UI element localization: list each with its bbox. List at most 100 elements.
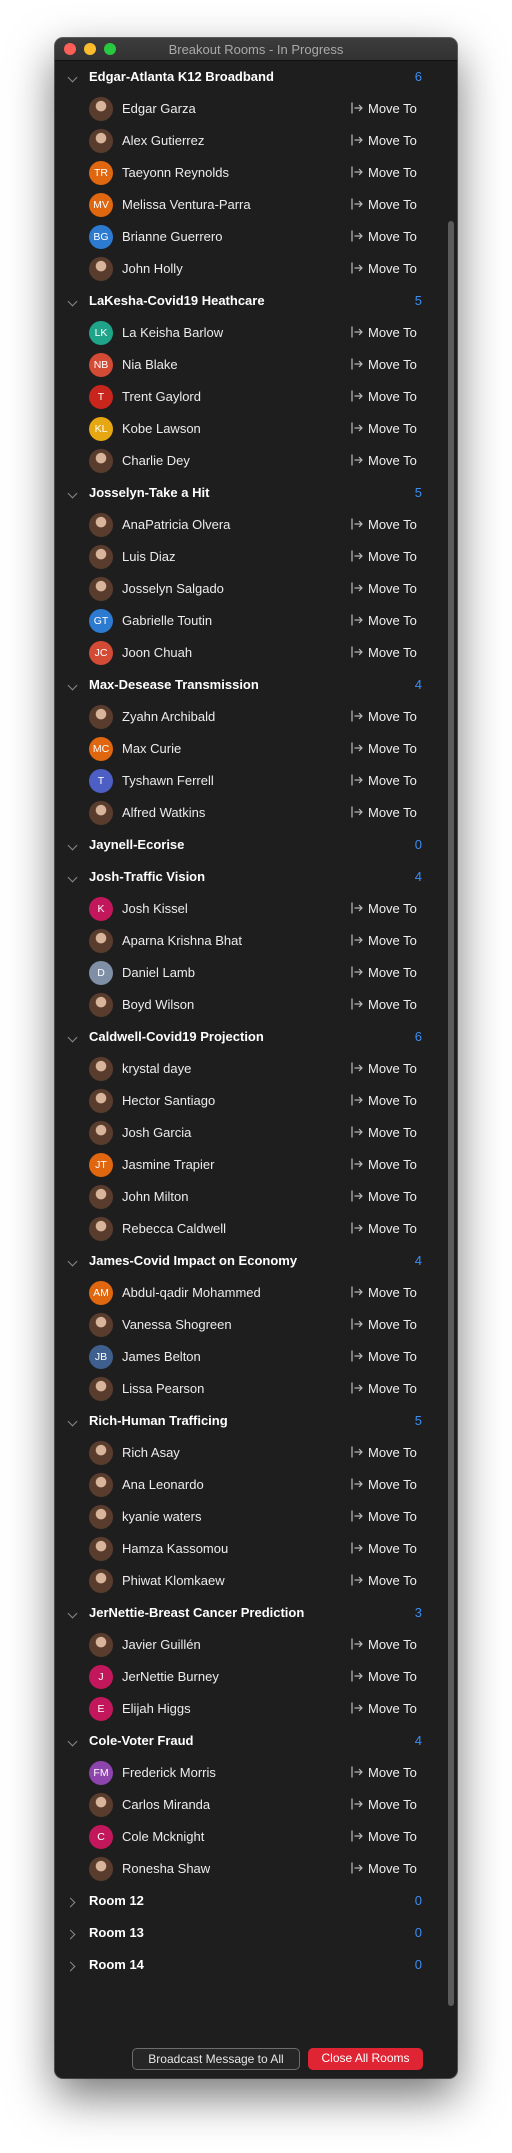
move-to-button[interactable]: Move To bbox=[350, 388, 430, 406]
room-header[interactable]: Edgar-Atlanta K12 Broadband 6 bbox=[55, 61, 440, 93]
participant-name: Brianne Guerrero bbox=[122, 229, 223, 244]
move-to-button[interactable]: Move To bbox=[350, 1508, 430, 1526]
move-to-label: Move To bbox=[368, 997, 417, 1012]
room-header[interactable]: Room 12 0 bbox=[55, 1885, 440, 1917]
move-to-button[interactable]: Move To bbox=[350, 100, 430, 118]
move-to-button[interactable]: Move To bbox=[350, 1092, 430, 1110]
room-participant-count: 0 bbox=[414, 1893, 422, 1908]
room-header[interactable]: James-Covid Impact on Economy 4 bbox=[55, 1245, 440, 1277]
move-to-button[interactable]: Move To bbox=[350, 324, 430, 342]
broadcast-message-button[interactable]: Broadcast Message to All bbox=[132, 2048, 300, 2070]
room-header[interactable]: Josh-Traffic Vision 4 bbox=[55, 861, 440, 893]
move-to-button[interactable]: Move To bbox=[350, 580, 430, 598]
move-to-button[interactable]: Move To bbox=[350, 1540, 430, 1558]
room-header[interactable]: Caldwell-Covid19 Projection 6 bbox=[55, 1021, 440, 1053]
move-to-button[interactable]: Move To bbox=[350, 164, 430, 182]
move-to-button[interactable]: Move To bbox=[350, 1348, 430, 1366]
chevron-down-icon bbox=[67, 872, 78, 883]
move-to-button[interactable]: Move To bbox=[350, 516, 430, 534]
room-header[interactable]: Room 14 0 bbox=[55, 1949, 440, 1981]
participant-name: Alfred Watkins bbox=[122, 805, 206, 820]
room-participant-count: 3 bbox=[414, 1605, 422, 1620]
room-header[interactable]: Cole-Voter Fraud 4 bbox=[55, 1725, 440, 1757]
room-name: Rich-Human Trafficing bbox=[89, 1413, 228, 1428]
participant-row: KL Kobe Lawson Move To bbox=[55, 413, 440, 445]
participant-row: E Elijah Higgs Move To bbox=[55, 1693, 440, 1725]
move-to-icon bbox=[351, 902, 363, 914]
move-to-button[interactable]: Move To bbox=[350, 612, 430, 630]
participant-row: Hamza Kassomou Move To bbox=[55, 1533, 440, 1565]
room-participant-count: 0 bbox=[414, 1957, 422, 1972]
participant-name: John Milton bbox=[122, 1189, 189, 1204]
room-header[interactable]: Josselyn-Take a Hit 5 bbox=[55, 477, 440, 509]
participant-row: J JerNettie Burney Move To bbox=[55, 1661, 440, 1693]
room-header[interactable]: Jaynell-Ecorise 0 bbox=[55, 829, 440, 861]
move-to-icon bbox=[351, 1158, 363, 1170]
move-to-button[interactable]: Move To bbox=[350, 964, 430, 982]
move-to-label: Move To bbox=[368, 773, 417, 788]
move-to-button[interactable]: Move To bbox=[350, 1764, 430, 1782]
move-to-button[interactable]: Move To bbox=[350, 708, 430, 726]
move-to-label: Move To bbox=[368, 1381, 417, 1396]
move-to-button[interactable]: Move To bbox=[350, 1220, 430, 1238]
move-to-button[interactable]: Move To bbox=[350, 1188, 430, 1206]
room-header[interactable]: Rich-Human Trafficing 5 bbox=[55, 1405, 440, 1437]
room-name: Room 14 bbox=[89, 1957, 144, 1972]
move-to-button[interactable]: Move To bbox=[350, 1476, 430, 1494]
move-to-label: Move To bbox=[368, 1445, 417, 1460]
move-to-button[interactable]: Move To bbox=[350, 260, 430, 278]
move-to-button[interactable]: Move To bbox=[350, 196, 430, 214]
move-to-button[interactable]: Move To bbox=[350, 132, 430, 150]
room-header[interactable]: JerNettie-Breast Cancer Prediction 3 bbox=[55, 1597, 440, 1629]
room-header[interactable]: LaKesha-Covid19 Heathcare 5 bbox=[55, 285, 440, 317]
avatar: FM bbox=[89, 1761, 113, 1785]
move-to-button[interactable]: Move To bbox=[350, 1060, 430, 1078]
move-to-button[interactable]: Move To bbox=[350, 1444, 430, 1462]
move-to-icon bbox=[351, 1126, 363, 1138]
move-to-button[interactable]: Move To bbox=[350, 1316, 430, 1334]
move-to-button[interactable]: Move To bbox=[350, 356, 430, 374]
participant-name: Luis Diaz bbox=[122, 549, 176, 564]
chevron-right-icon bbox=[65, 1929, 76, 1940]
move-to-icon bbox=[351, 1222, 363, 1234]
move-to-button[interactable]: Move To bbox=[350, 1796, 430, 1814]
participant-row: Hector Santiago Move To bbox=[55, 1085, 440, 1117]
move-to-button[interactable]: Move To bbox=[350, 1700, 430, 1718]
room-name: Room 13 bbox=[89, 1925, 144, 1940]
move-to-button[interactable]: Move To bbox=[350, 1156, 430, 1174]
move-to-button[interactable]: Move To bbox=[350, 1636, 430, 1654]
move-to-button[interactable]: Move To bbox=[350, 932, 430, 950]
room-header[interactable]: Max-Desease Transmission 4 bbox=[55, 669, 440, 701]
participant-name: Trent Gaylord bbox=[122, 389, 201, 404]
move-to-button[interactable]: Move To bbox=[350, 644, 430, 662]
move-to-button[interactable]: Move To bbox=[350, 1572, 430, 1590]
close-all-rooms-button[interactable]: Close All Rooms bbox=[308, 2048, 423, 2070]
room-participant-count: 4 bbox=[414, 1733, 422, 1748]
move-to-button[interactable]: Move To bbox=[350, 996, 430, 1014]
move-to-button[interactable]: Move To bbox=[350, 1860, 430, 1878]
move-to-button[interactable]: Move To bbox=[350, 1380, 430, 1398]
avatar bbox=[89, 1441, 113, 1465]
participant-name: Phiwat Klomkaew bbox=[122, 1573, 225, 1588]
move-to-button[interactable]: Move To bbox=[350, 452, 430, 470]
move-to-button[interactable]: Move To bbox=[350, 772, 430, 790]
move-to-button[interactable]: Move To bbox=[350, 740, 430, 758]
move-to-button[interactable]: Move To bbox=[350, 1668, 430, 1686]
room-header[interactable]: Room 13 0 bbox=[55, 1917, 440, 1949]
scrollbar[interactable] bbox=[448, 221, 454, 2006]
move-to-button[interactable]: Move To bbox=[350, 900, 430, 918]
move-to-button[interactable]: Move To bbox=[350, 228, 430, 246]
move-to-icon bbox=[351, 1318, 363, 1330]
move-to-icon bbox=[351, 102, 363, 114]
chevron-down-icon bbox=[67, 1032, 78, 1043]
avatar bbox=[89, 1473, 113, 1497]
move-to-button[interactable]: Move To bbox=[350, 1284, 430, 1302]
move-to-button[interactable]: Move To bbox=[350, 548, 430, 566]
move-to-button[interactable]: Move To bbox=[350, 1828, 430, 1846]
room-participant-count: 4 bbox=[414, 869, 422, 884]
move-to-button[interactable]: Move To bbox=[350, 804, 430, 822]
move-to-label: Move To bbox=[368, 933, 417, 948]
move-to-button[interactable]: Move To bbox=[350, 420, 430, 438]
move-to-button[interactable]: Move To bbox=[350, 1124, 430, 1142]
participant-row: T Trent Gaylord Move To bbox=[55, 381, 440, 413]
